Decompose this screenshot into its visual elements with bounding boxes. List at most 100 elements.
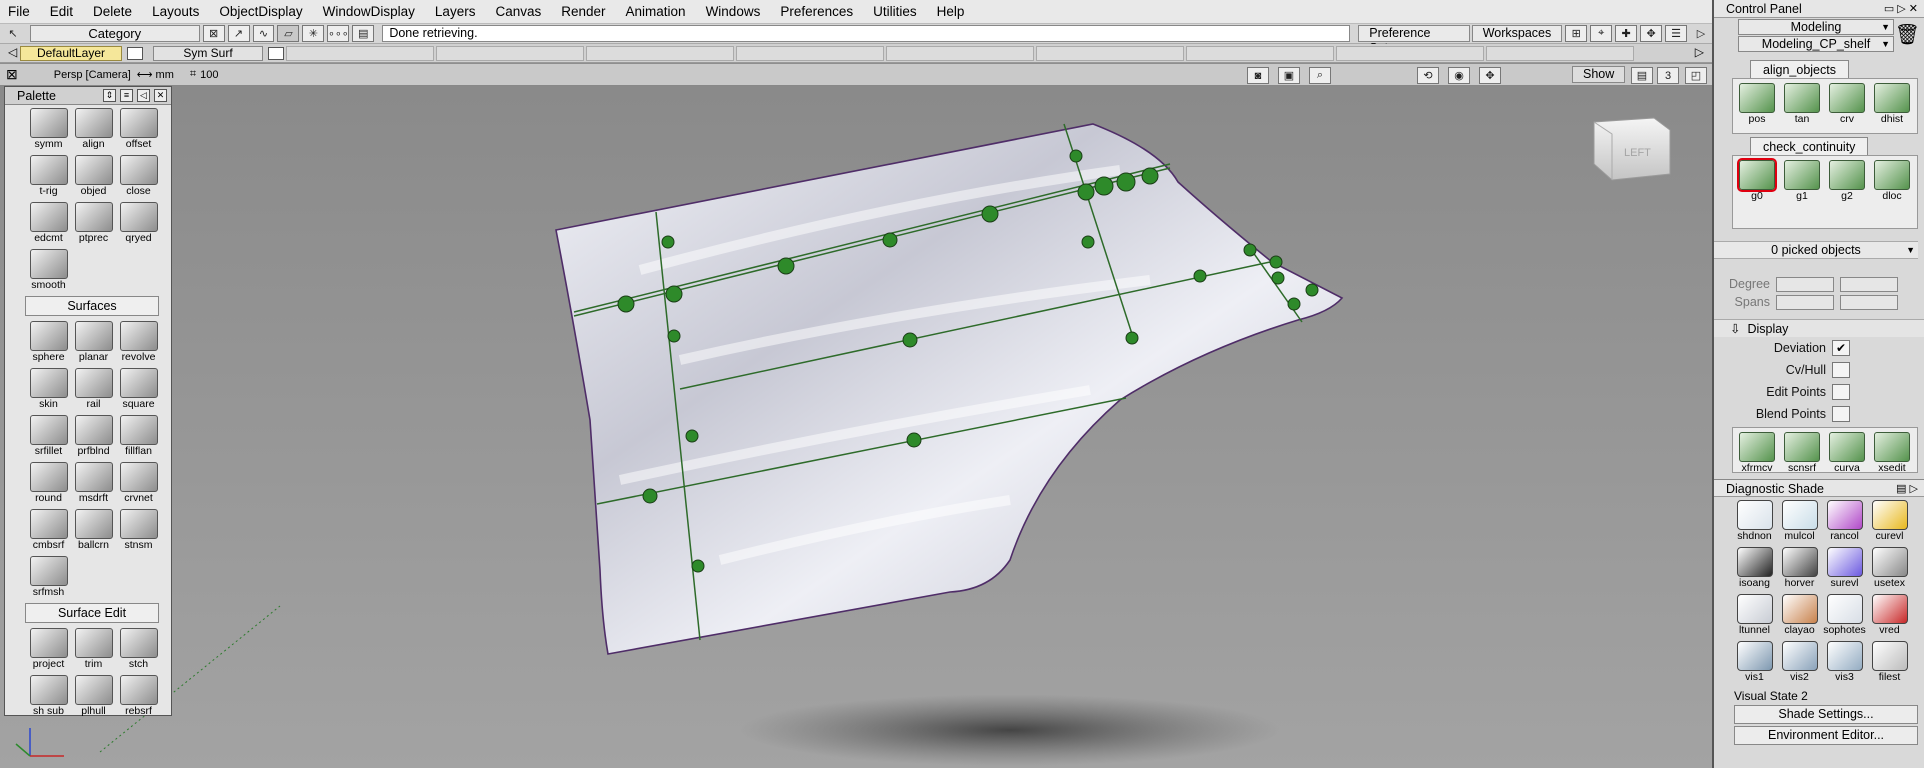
- shade-settings-button[interactable]: Shade Settings...: [1734, 705, 1918, 724]
- shade-filest[interactable]: filest: [1867, 638, 1912, 685]
- menu-objectdisplay[interactable]: ObjectDisplay: [209, 0, 312, 24]
- tool-edcmt[interactable]: edcmt: [26, 199, 71, 246]
- shade-ltunnel[interactable]: ltunnel: [1732, 591, 1777, 638]
- picked-objects-dropdown[interactable]: 0 picked objects ▼: [1714, 241, 1918, 259]
- curve-icon[interactable]: ∿: [252, 25, 275, 42]
- tool-stch[interactable]: stch: [116, 625, 161, 672]
- tool-ballcrn[interactable]: ballcrn: [71, 506, 116, 553]
- tool-cmbsrf[interactable]: cmbsrf: [26, 506, 71, 553]
- layer-slot[interactable]: [1336, 45, 1484, 61]
- shelf-dhist[interactable]: dhist: [1872, 81, 1912, 133]
- pin-icon[interactable]: ✚: [1615, 25, 1638, 42]
- prompt-history-icon[interactable]: ▤: [352, 25, 375, 42]
- tool-rebsrf[interactable]: rebsrf: [116, 672, 161, 719]
- shade-clayao[interactable]: clayao: [1777, 591, 1822, 638]
- snap-icon[interactable]: ✳: [302, 25, 325, 42]
- menu-windows[interactable]: Windows: [696, 0, 771, 24]
- shelf-xfrmcv[interactable]: xfrmcv: [1737, 430, 1777, 474]
- sphere-view-icon[interactable]: ◉: [1448, 67, 1470, 84]
- surfaces-section-header[interactable]: Surfaces: [25, 296, 159, 316]
- tool-srfillet[interactable]: srfillet: [26, 412, 71, 459]
- diagnostic-shade-menu-icons[interactable]: ▤ ▷: [1896, 480, 1918, 498]
- view-count[interactable]: 3: [1657, 67, 1679, 84]
- points-icon[interactable]: ∘∘∘: [327, 25, 350, 42]
- environment-editor-button[interactable]: Environment Editor...: [1734, 726, 1918, 745]
- tool-prfblnd[interactable]: prfblnd: [71, 412, 116, 459]
- tool-plhull[interactable]: plhull: [71, 672, 116, 719]
- magnet-icon[interactable]: ⌖: [1590, 25, 1613, 42]
- list-icon[interactable]: ▤: [1631, 67, 1653, 84]
- shelf-g1[interactable]: g1: [1782, 158, 1822, 228]
- menu-canvas[interactable]: Canvas: [485, 0, 551, 24]
- shade-rancol[interactable]: rancol: [1822, 497, 1867, 544]
- layer-visibility-checkbox[interactable]: [127, 46, 143, 60]
- layer-slot[interactable]: [586, 45, 734, 61]
- shade-sophotes[interactable]: sophotes: [1822, 591, 1867, 638]
- maximize-view-icon[interactable]: ◰: [1685, 67, 1707, 84]
- tool-qryed[interactable]: qryed: [116, 199, 161, 246]
- layer-slot[interactable]: [1486, 45, 1634, 61]
- shelf-pos[interactable]: pos: [1737, 81, 1777, 133]
- palette-close-icon[interactable]: ✕: [154, 89, 167, 102]
- layout-icon[interactable]: ⊞: [1565, 25, 1588, 42]
- tool-planar[interactable]: planar: [71, 318, 116, 365]
- shelf-dropdown[interactable]: Modeling_CP_shelf ▼: [1738, 36, 1894, 52]
- tab-align-objects[interactable]: align_objects: [1750, 60, 1849, 78]
- shelf-crv[interactable]: crv: [1827, 81, 1867, 133]
- tool-round[interactable]: round: [26, 459, 71, 506]
- layer-slot[interactable]: [886, 45, 1034, 61]
- surface-edit-section-header[interactable]: Surface Edit: [25, 603, 159, 623]
- spans-field[interactable]: [1776, 294, 1834, 310]
- menu-utilities[interactable]: Utilities: [863, 0, 927, 24]
- tool-ptprec[interactable]: ptprec: [71, 199, 116, 246]
- shade-horver[interactable]: horver: [1777, 544, 1822, 591]
- tool-sh-sub[interactable]: sh sub: [26, 672, 71, 719]
- frame-icon[interactable]: ⊠: [202, 25, 225, 42]
- pick-arrow-icon[interactable]: ↖: [2, 25, 24, 42]
- tool-smooth[interactable]: smooth: [26, 246, 71, 293]
- shelf-tan[interactable]: tan: [1782, 81, 1822, 133]
- view-cube[interactable]: LEFT: [1593, 117, 1671, 181]
- tool-project[interactable]: project: [26, 625, 71, 672]
- pan-icon[interactable]: ✥: [1479, 67, 1501, 84]
- shelf-g0[interactable]: g0: [1737, 158, 1777, 228]
- camera-icon[interactable]: ◙: [1247, 67, 1269, 84]
- option-checkbox[interactable]: ✔: [1832, 340, 1850, 356]
- menu-layers[interactable]: Layers: [425, 0, 486, 24]
- option-checkbox[interactable]: [1832, 384, 1850, 400]
- layer-slot[interactable]: [436, 45, 584, 61]
- shade-shdnon[interactable]: shdnon: [1732, 497, 1777, 544]
- option-checkbox[interactable]: [1832, 406, 1850, 422]
- spans-field-v[interactable]: [1840, 294, 1898, 310]
- tool-t-rig[interactable]: t-rig: [26, 152, 71, 199]
- layer-slot[interactable]: [1036, 45, 1184, 61]
- shade-usetex[interactable]: usetex: [1867, 544, 1912, 591]
- layer-slot[interactable]: [736, 45, 884, 61]
- display-section-header[interactable]: ⇩ Display: [1714, 319, 1924, 337]
- menu-animation[interactable]: Animation: [616, 0, 696, 24]
- shelf-g2[interactable]: g2: [1827, 158, 1867, 228]
- stack-icon[interactable]: ☰: [1665, 25, 1688, 42]
- tumble-icon[interactable]: ⟲: [1417, 67, 1439, 84]
- menu-help[interactable]: Help: [927, 0, 975, 24]
- shade-vis2[interactable]: vis2: [1777, 638, 1822, 685]
- menu-layouts[interactable]: Layouts: [142, 0, 209, 24]
- layer-slot[interactable]: [286, 45, 434, 61]
- tool-close[interactable]: close: [116, 152, 161, 199]
- sym-surf-layer[interactable]: Sym Surf: [153, 45, 263, 61]
- menu-windowdisplay[interactable]: WindowDisplay: [313, 0, 425, 24]
- shade-curevl[interactable]: curevl: [1867, 497, 1912, 544]
- trash-icon[interactable]: 🗑: [1895, 22, 1920, 47]
- degree-field-v[interactable]: [1840, 276, 1898, 292]
- surface-icon[interactable]: ▱: [277, 25, 300, 42]
- tool-stnsm[interactable]: stnsm: [116, 506, 161, 553]
- layer-slot[interactable]: [1186, 45, 1334, 61]
- tab-check-continuity[interactable]: check_continuity: [1750, 137, 1869, 155]
- tool-square[interactable]: square: [116, 365, 161, 412]
- sym-visibility-checkbox[interactable]: [268, 46, 284, 60]
- shade-vred[interactable]: vred: [1867, 591, 1912, 638]
- tool-trim[interactable]: trim: [71, 625, 116, 672]
- shelf-xsedit[interactable]: xsedit: [1872, 430, 1912, 474]
- tool-msdrft[interactable]: msdrft: [71, 459, 116, 506]
- tool-symm[interactable]: symm: [26, 105, 71, 152]
